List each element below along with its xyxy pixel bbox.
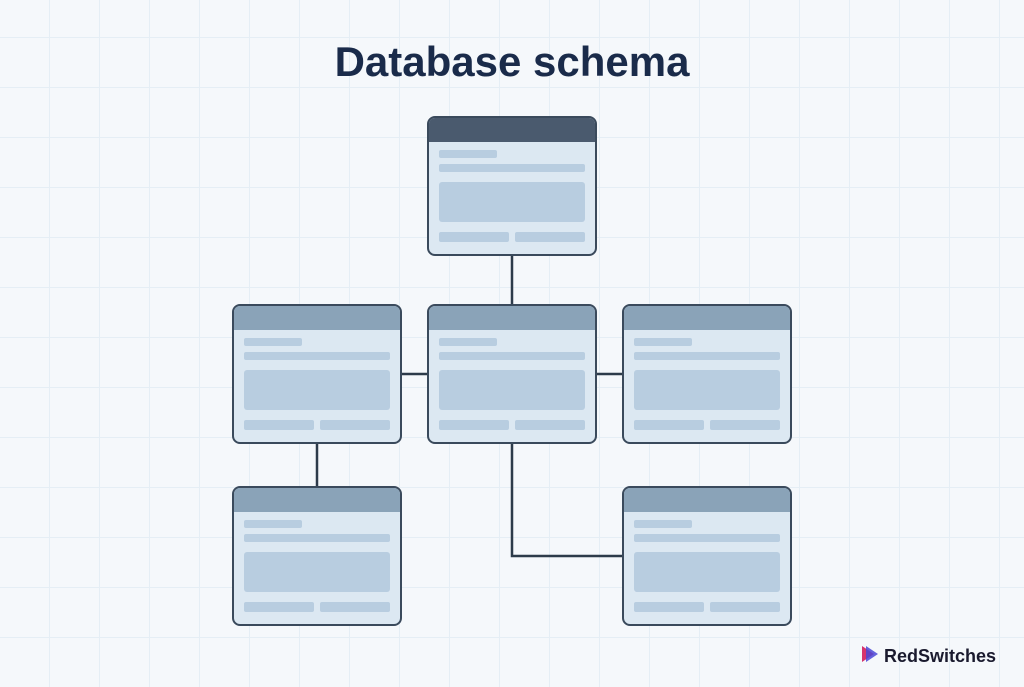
table-body bbox=[429, 330, 595, 438]
table-body bbox=[624, 512, 790, 620]
table-body bbox=[624, 330, 790, 438]
table-header bbox=[624, 306, 790, 330]
table-node-left bbox=[232, 304, 402, 444]
play-icon bbox=[860, 644, 878, 669]
table-node-bottom-right bbox=[622, 486, 792, 626]
table-header bbox=[234, 306, 400, 330]
table-body bbox=[234, 330, 400, 438]
table-header bbox=[429, 306, 595, 330]
brand-name: RedSwitches bbox=[884, 646, 996, 667]
table-node-top bbox=[427, 116, 597, 256]
table-body bbox=[429, 142, 595, 250]
table-node-bottom-left bbox=[232, 486, 402, 626]
table-header bbox=[624, 488, 790, 512]
schema-diagram bbox=[0, 0, 1024, 687]
table-node-right bbox=[622, 304, 792, 444]
brand-logo: RedSwitches bbox=[860, 644, 996, 669]
table-body bbox=[234, 512, 400, 620]
table-header bbox=[429, 118, 595, 142]
table-header bbox=[234, 488, 400, 512]
table-node-center bbox=[427, 304, 597, 444]
